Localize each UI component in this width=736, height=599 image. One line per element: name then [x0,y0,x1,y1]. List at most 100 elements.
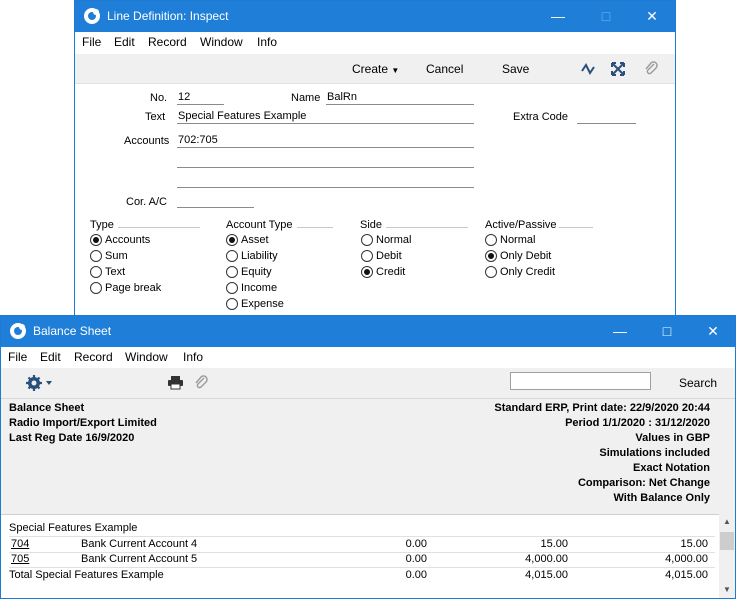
scroll-up-icon[interactable]: ▲ [723,517,731,526]
name-label: Name [291,92,321,104]
cancel-button[interactable]: Cancel [426,62,463,76]
activity-icon[interactable] [580,61,596,77]
value-col1: 0.00 [405,538,427,550]
window-title: Line Definition: Inspect [107,9,229,23]
account-type-liability-radio[interactable]: Liability [226,250,278,264]
account-type-group-label: Account Type [226,219,293,231]
menu-record[interactable]: Record [148,35,187,49]
account-link-704[interactable]: 704 [11,538,29,550]
active-passive-normal-radio[interactable]: Normal [485,234,535,248]
app-logo-icon [84,8,100,24]
menu-file[interactable]: File [8,350,27,364]
type-group-divider [118,227,200,228]
scroll-down-icon[interactable]: ▼ [723,585,731,594]
value-col2: 15.00 [540,538,568,550]
section-title: Special Features Example [9,522,138,534]
print-date: Standard ERP, Print date: 22/9/2020 20:4… [494,402,710,414]
no-field[interactable]: 12 [177,91,224,105]
simulations: Simulations included [599,447,710,459]
no-label: No. [150,92,168,104]
balance-sheet-menubar: File Edit Record Window Info [1,347,735,367]
account-type-group-divider [297,227,333,228]
account-type-asset-radio[interactable]: Asset [226,234,269,248]
attachment-icon[interactable] [193,374,209,391]
minimize-icon[interactable]: — [597,316,643,347]
accounts-field-line2[interactable] [177,154,474,168]
chevron-down-icon: ▼ [391,66,400,75]
accounts-field-line3[interactable] [177,174,474,188]
menu-file[interactable]: File [82,35,101,49]
print-icon[interactable] [167,375,184,390]
accounts-field[interactable]: 702:705 [177,134,474,148]
line-definition-menubar: File Edit Record Window Info [75,32,675,52]
menu-record[interactable]: Record [74,350,113,364]
type-accounts-radio[interactable]: Accounts [90,234,150,248]
balance-sheet-titlebar[interactable]: Balance Sheet — □ ✕ [1,316,735,347]
account-name: Bank Current Account 5 [81,553,198,565]
line-definition-window: Line Definition: Inspect — □ ✕ File Edit… [74,0,676,320]
account-type-expense-radio[interactable]: Expense [226,298,284,312]
active-passive-only-credit-radio[interactable]: Only Credit [485,266,555,280]
text-label: Text [145,111,166,123]
type-text-radio[interactable]: Text [90,266,125,280]
line-definition-titlebar[interactable]: Line Definition: Inspect — □ ✕ [75,1,675,32]
menu-window[interactable]: Window [125,350,168,364]
vertical-scrollbar[interactable]: ▲ ▼ [719,514,735,598]
attachment-icon[interactable] [643,60,659,77]
text-field[interactable]: Special Features Example [177,110,474,124]
expand-icon[interactable] [610,61,626,77]
side-debit-radio[interactable]: Debit [361,250,402,264]
gear-icon[interactable] [25,374,55,392]
minimize-icon[interactable]: — [535,1,581,32]
row-divider [9,536,715,537]
balance-sheet-window: Balance Sheet — □ ✕ File Edit Record Win… [0,315,736,599]
line-definition-toolbar: Create ▼ Cancel Save [75,54,675,84]
last-reg-date: Last Reg Date 16/9/2020 [9,432,135,444]
value-col3: 4,000.00 [665,553,708,565]
maximize-icon: □ [601,8,611,24]
menu-info[interactable]: Info [257,35,277,49]
maximize-icon[interactable]: □ [644,316,690,347]
save-button[interactable]: Save [502,62,529,76]
close-icon[interactable]: ✕ [629,1,675,32]
accounts-label: Accounts [124,135,170,147]
create-button[interactable]: Create ▼ [352,62,399,76]
window-title: Balance Sheet [33,324,112,338]
side-credit-radio[interactable]: Credit [361,266,405,280]
extra-code-label: Extra Code [513,111,569,123]
side-group-divider [386,227,468,228]
total-col2: 4,015.00 [525,569,568,581]
account-type-income-radio[interactable]: Income [226,282,277,296]
extra-code-field[interactable] [577,110,636,124]
scroll-thumb[interactable] [720,532,734,550]
account-name: Bank Current Account 4 [81,538,198,550]
side-group-label: Side [360,219,383,231]
total-col3: 4,015.00 [665,569,708,581]
total-col1: 0.00 [405,569,427,581]
report-header-panel: Balance Sheet Radio Import/Export Limite… [1,398,735,515]
cor-ac-field[interactable] [177,194,254,208]
account-link-705[interactable]: 705 [11,553,29,565]
menu-edit[interactable]: Edit [40,350,61,364]
active-passive-group-label: Active/Passive [485,219,557,231]
menu-info[interactable]: Info [183,350,203,364]
active-passive-only-debit-radio[interactable]: Only Debit [485,250,551,264]
menu-edit[interactable]: Edit [114,35,135,49]
row-divider [9,567,715,568]
cor-ac-label: Cor. A/C [126,196,167,208]
balance-only: With Balance Only [613,492,710,504]
value-col3: 15.00 [680,538,708,550]
side-normal-radio[interactable]: Normal [361,234,411,248]
type-sum-radio[interactable]: Sum [90,250,128,264]
close-icon[interactable]: ✕ [690,316,736,347]
search-input[interactable] [510,372,651,390]
value-col1: 0.00 [405,553,427,565]
notation: Exact Notation [632,462,710,474]
account-type-equity-radio[interactable]: Equity [226,266,272,280]
report-title: Balance Sheet [9,402,85,414]
name-field[interactable]: BalRn [326,91,474,105]
type-group-label: Type [90,219,114,231]
type-page-break-radio[interactable]: Page break [90,282,161,296]
menu-window[interactable]: Window [200,35,243,49]
search-button[interactable]: Search [679,376,717,390]
